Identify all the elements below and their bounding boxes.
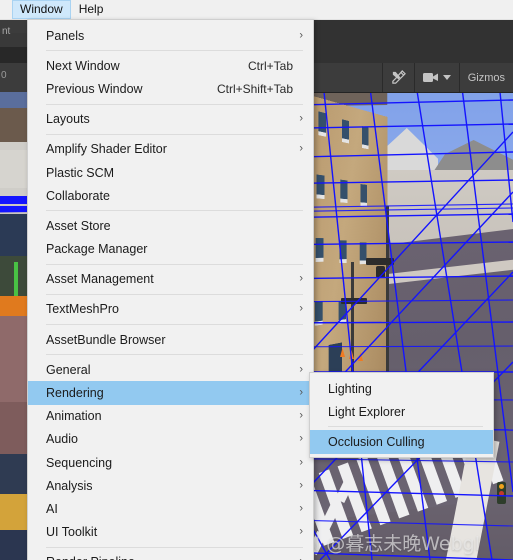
menu-separator (46, 324, 303, 326)
menu-item-label: Amplify Shader Editor (46, 142, 167, 157)
chevron-right-icon: › (299, 142, 303, 155)
chevron-right-icon: › (299, 29, 303, 42)
chevron-right-icon: › (299, 386, 303, 399)
menu-separator (46, 103, 303, 105)
menu-item-layouts[interactable]: Layouts › (28, 108, 313, 131)
menu-item-package-manager[interactable]: Package Manager (28, 238, 313, 261)
menubar-item-clipped[interactable]: t (0, 0, 12, 19)
menu-separator (328, 426, 483, 428)
rendering-submenu[interactable]: Lighting Light Explorer Occlusion Cullin… (309, 372, 494, 458)
menu-item-render-pipeline[interactable]: Render Pipeline › (28, 551, 313, 560)
chevron-right-icon: › (299, 302, 303, 315)
menu-separator (46, 50, 303, 52)
tools-icon (391, 70, 406, 85)
menu-item-label: Layouts (46, 112, 90, 127)
menu-item-assetbundle-browser[interactable]: AssetBundle Browser (28, 328, 313, 351)
menu-item-textmeshpro[interactable]: TextMeshPro › (28, 298, 313, 321)
menu-separator (46, 546, 303, 548)
window-dropdown-menu[interactable]: Panels › Next Window Ctrl+Tab Previous W… (27, 19, 314, 560)
chevron-right-icon: › (299, 363, 303, 376)
menu-item-sequencing[interactable]: Sequencing › (28, 451, 313, 474)
menu-item-plastic-scm[interactable]: Plastic SCM (28, 161, 313, 184)
menu-item-label: Asset Store (46, 218, 111, 233)
camera-icon (422, 72, 439, 83)
menu-item-label: Next Window (46, 58, 120, 73)
menu-item-collaborate[interactable]: Collaborate (28, 184, 313, 207)
menu-item-label: TextMeshPro (46, 302, 119, 317)
menu-item-rendering[interactable]: Rendering › (28, 381, 313, 405)
menu-item-label: Panels (46, 28, 85, 43)
menu-item-label: Plastic SCM (46, 165, 115, 180)
menu-item-label: Light Explorer (328, 404, 406, 419)
menu-item-label: AI (46, 501, 58, 516)
menu-item-next-window[interactable]: Next Window Ctrl+Tab (28, 54, 313, 77)
menu-item-shortcut: Ctrl+Shift+Tab (216, 81, 293, 96)
gizmos-label: Gizmos (467, 71, 505, 84)
menu-item-asset-management[interactable]: Asset Management › (28, 268, 313, 291)
chevron-down-icon (442, 75, 451, 80)
menu-item-label: General (46, 362, 91, 377)
menu-item-label: AssetBundle Browser (46, 332, 166, 347)
menu-item-label: Previous Window (46, 81, 143, 96)
chevron-right-icon: › (299, 479, 303, 492)
submenu-item-light-explorer[interactable]: Light Explorer (310, 400, 493, 423)
menu-item-label: Animation (46, 409, 102, 424)
menu-item-label: Sequencing (46, 455, 113, 470)
submenu-item-lighting[interactable]: Lighting (310, 377, 493, 400)
menubar[interactable]: t Window Help (0, 0, 513, 20)
menu-separator (46, 354, 303, 356)
menu-item-animation[interactable]: Animation › (28, 405, 313, 428)
menu-item-general[interactable]: General › (28, 358, 313, 381)
menu-item-shortcut: Ctrl+Tab (247, 58, 293, 73)
menu-item-label: Analysis (46, 478, 93, 493)
menu-item-label: UI Toolkit (46, 525, 98, 540)
editor-left-panel-sliver: nt 0 (0, 0, 28, 560)
tools-button[interactable] (383, 63, 414, 92)
menu-item-ai[interactable]: AI › (28, 497, 313, 520)
menu-item-analysis[interactable]: Analysis › (28, 474, 313, 497)
chevron-right-icon: › (299, 456, 303, 469)
menu-item-ui-toolkit[interactable]: UI Toolkit › (28, 521, 313, 544)
menu-item-label: Audio (46, 432, 78, 447)
submenu-item-occlusion-culling[interactable]: Occlusion Culling (310, 430, 493, 454)
menubar-item-window[interactable]: Window (12, 0, 71, 19)
menu-separator (46, 293, 303, 295)
menu-item-label: Rendering (46, 386, 104, 401)
menu-item-label: Package Manager (46, 242, 148, 257)
menubar-item-help[interactable]: Help (71, 0, 112, 19)
menu-item-previous-window[interactable]: Previous Window Ctrl+Shift+Tab (28, 77, 313, 100)
menu-item-label: Lighting (328, 381, 372, 396)
chevron-right-icon: › (299, 502, 303, 515)
screenshot-root: Gizmos nt 0 t Window Help Panels (0, 0, 513, 560)
menu-item-label: Occlusion Culling (328, 434, 425, 449)
chevron-right-icon: › (299, 432, 303, 445)
menu-item-panels[interactable]: Panels › (28, 24, 313, 47)
menu-item-amplify-shader-editor[interactable]: Amplify Shader Editor › (28, 138, 313, 161)
scene-camera-button[interactable] (415, 63, 459, 92)
menu-separator (46, 263, 303, 265)
menu-item-audio[interactable]: Audio › (28, 428, 313, 451)
menu-separator (46, 210, 303, 212)
chevron-right-icon: › (299, 112, 303, 125)
chevron-right-icon: › (299, 272, 303, 285)
menu-item-label: Asset Management (46, 272, 154, 287)
menu-item-label: Collaborate (46, 188, 110, 203)
menu-separator (46, 133, 303, 135)
menu-item-label: Render Pipeline (46, 555, 135, 560)
menu-item-asset-store[interactable]: Asset Store (28, 214, 313, 237)
chevron-right-icon: › (299, 525, 303, 538)
gizmos-button[interactable]: Gizmos (460, 63, 513, 92)
chevron-right-icon: › (299, 409, 303, 422)
